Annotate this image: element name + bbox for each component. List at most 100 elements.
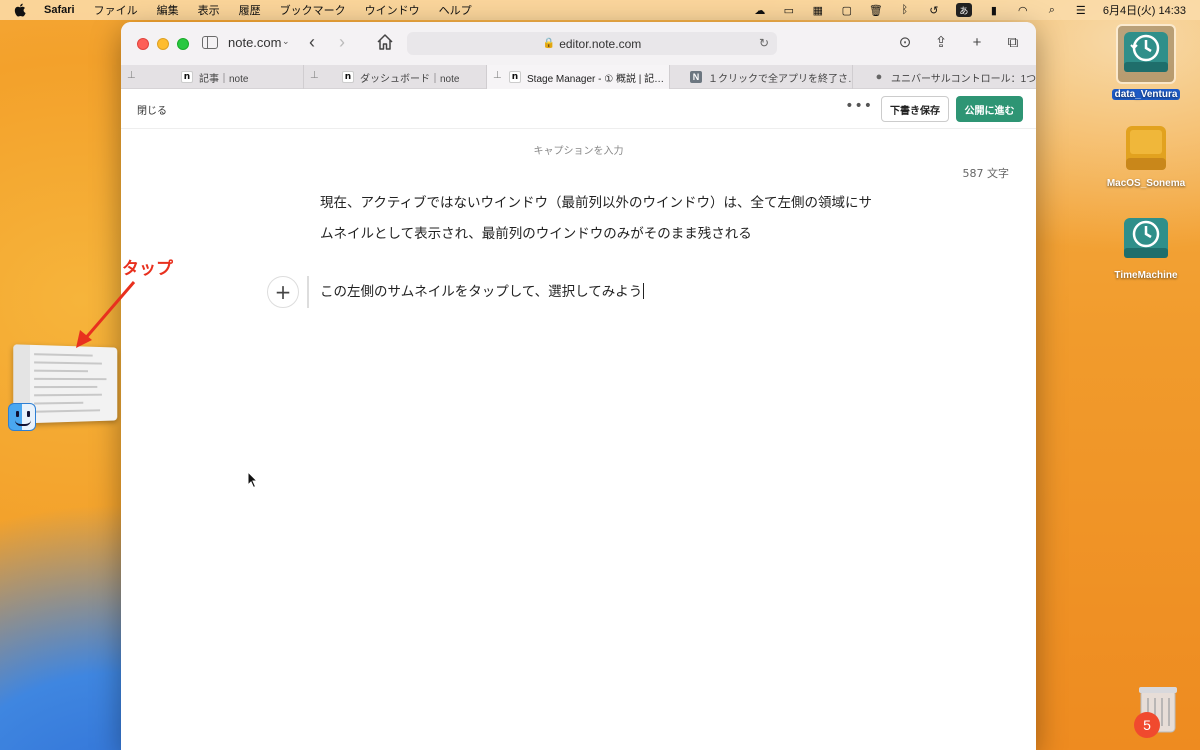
- tab-group-name[interactable]: note.com: [228, 35, 281, 50]
- external-drive-icon: [1118, 120, 1174, 176]
- menu-bookmarks[interactable]: ブックマーク: [280, 2, 346, 18]
- toolbar: note.com ⌄ ‹ › 🔒 editor.note.com ↻ ⊙ ⇪ +…: [121, 22, 1036, 65]
- safari-window: note.com ⌄ ‹ › 🔒 editor.note.com ↻ ⊙ ⇪ +…: [121, 22, 1036, 750]
- body-paragraph[interactable]: 現在、アクティブではないウインドウ（最前列以外のウインドウ）は、全て左側の領域に…: [320, 188, 880, 250]
- tab-label: Stage Manager - ① 概説 | 記…: [527, 73, 665, 85]
- trash-menu-icon[interactable]: 🗑: [869, 4, 883, 17]
- forward-button[interactable]: ›: [339, 32, 345, 53]
- desktop-icon-label: MacOS_Sonema: [1106, 178, 1186, 189]
- menu-window[interactable]: ウインドウ: [365, 2, 420, 18]
- trash-badge: 5: [1134, 712, 1160, 738]
- menu-view[interactable]: 表示: [198, 2, 220, 18]
- character-count: 587 文字: [962, 167, 1010, 180]
- finder-eye: [16, 411, 19, 417]
- zoom-window-button[interactable]: [177, 37, 189, 50]
- tab-universal-control[interactable]: ● ユニバーサルコントロール：1つ…: [853, 65, 1036, 89]
- thumbnail-line: [34, 377, 107, 381]
- desktop-icon-label: data_Ventura: [1111, 89, 1181, 100]
- apple-menu-icon[interactable]: [14, 3, 28, 17]
- finder-icon[interactable]: [8, 403, 36, 431]
- note-favicon-icon: n: [342, 71, 354, 83]
- sidebar-toggle-icon[interactable]: [202, 36, 218, 49]
- input-method-indicator[interactable]: あ: [955, 3, 972, 17]
- finder-mouth: [15, 420, 31, 426]
- menu-history[interactable]: 履歴: [239, 2, 261, 18]
- text-caret: [643, 283, 645, 299]
- url-text: editor.note.com: [559, 36, 642, 51]
- tab-stage-manager[interactable]: ⊥ n Stage Manager - ① 概説 | 記…: [487, 65, 670, 89]
- annotation-arrow-icon: [76, 281, 136, 348]
- annotation-label: タップ: [122, 259, 173, 279]
- video-icon[interactable]: ▢: [840, 4, 854, 17]
- lock-icon: 🔒: [542, 38, 556, 49]
- menu-bar: Safari ファイル 編集 表示 履歴 ブックマーク ウインドウ ヘルプ ☁ …: [0, 0, 1200, 20]
- thumbnail-line: [34, 353, 93, 357]
- paragraph-text: この左側のサムネイルをタップして、選択してみよう: [320, 284, 643, 300]
- note-favicon-icon: n: [509, 71, 521, 83]
- insert-block-button[interactable]: +: [267, 276, 299, 308]
- tab-label: ダッシュボード｜note: [360, 73, 460, 85]
- tab-note-articles[interactable]: ⊥ n 記事｜note: [121, 65, 304, 89]
- desktop-icon-label: TimeMachine: [1114, 270, 1178, 281]
- stage-manager-icon[interactable]: ▦: [811, 4, 825, 17]
- back-button[interactable]: ‹: [309, 32, 315, 53]
- block-divider: [307, 276, 309, 308]
- desktop-icon-macos-sonema[interactable]: MacOS_Sonema: [1096, 120, 1196, 189]
- minimize-window-button[interactable]: [157, 37, 169, 50]
- cloud-icon[interactable]: ☁: [753, 4, 767, 17]
- mouse-pointer-icon: [247, 471, 259, 489]
- battery-icon[interactable]: ▮: [987, 4, 1001, 17]
- thumbnail-line: [34, 401, 84, 405]
- clock[interactable]: 6月4日(火) 14:33: [1103, 2, 1186, 18]
- bluetooth-icon[interactable]: ᛒ: [898, 4, 912, 16]
- control-center-icon[interactable]: ☰: [1074, 4, 1088, 17]
- tab-bar: ⊥ n 記事｜note ⊥ n ダッシュボード｜note ⊥ n Stage M…: [121, 65, 1036, 89]
- menu-extras: ☁ ▭ ▦ ▢ 🗑 ᛒ ↺ あ ▮ ◠ ⌕ ☰ 6月4日(火) 14:33: [753, 0, 1186, 20]
- thumbnail-line: [34, 393, 102, 397]
- thumbnail-line: [34, 369, 89, 373]
- thumbnail-line: [34, 361, 102, 365]
- tab-overview-icon[interactable]: ⧉: [1004, 33, 1022, 51]
- window-controls: [137, 37, 189, 50]
- time-machine-icon[interactable]: ↺: [927, 4, 941, 17]
- tab-label: 記事｜note: [199, 73, 249, 85]
- airplay-icon[interactable]: ▭: [782, 4, 796, 17]
- download-icon[interactable]: ⊙: [896, 33, 914, 51]
- menu-help[interactable]: ヘルプ: [439, 2, 472, 18]
- body-paragraph-active[interactable]: この左側のサムネイルをタップして、選択してみよう: [320, 280, 645, 300]
- finder-eye: [27, 411, 30, 417]
- menu-file[interactable]: ファイル: [94, 2, 138, 18]
- timemachine-drive-icon: [1118, 212, 1174, 268]
- tab-label: ユニバーサルコントロール：1つ…: [891, 73, 1036, 85]
- menu-edit[interactable]: 編集: [157, 2, 179, 18]
- pin-icon: ⊥: [127, 70, 136, 81]
- timemachine-drive-icon: [1116, 24, 1176, 84]
- caption-input[interactable]: キャプションを入力: [121, 142, 1036, 157]
- more-options-icon[interactable]: •••: [845, 98, 873, 114]
- pin-icon: ⊥: [493, 70, 502, 81]
- pin-icon: ⊥: [310, 70, 319, 81]
- desktop-icon-timemachine[interactable]: TimeMachine: [1096, 212, 1196, 281]
- menu-app-name[interactable]: Safari: [44, 4, 75, 16]
- toolbar-actions: ⊙ ⇪ + ⧉: [896, 33, 1022, 52]
- new-tab-icon[interactable]: +: [968, 33, 986, 51]
- publish-button[interactable]: 公開に進む: [956, 96, 1023, 122]
- share-icon[interactable]: ⇪: [932, 33, 950, 51]
- thumbnail-line: [34, 385, 98, 389]
- address-bar[interactable]: 🔒 editor.note.com ↻: [407, 32, 777, 55]
- tab-note-dashboard[interactable]: ⊥ n ダッシュボード｜note: [304, 65, 487, 89]
- tab-quit-all-apps[interactable]: N １クリックで全アプリを終了さ…: [670, 65, 853, 89]
- search-icon[interactable]: ⌕: [1045, 4, 1059, 16]
- close-window-button[interactable]: [137, 37, 149, 50]
- desktop-icon-data-ventura[interactable]: data_Ventura: [1096, 24, 1196, 101]
- thumbnail-line: [34, 409, 101, 413]
- wifi-icon[interactable]: ◠: [1016, 4, 1030, 17]
- save-draft-button[interactable]: 下書き保存: [881, 96, 949, 122]
- reload-icon[interactable]: ↻: [759, 36, 769, 50]
- close-editor-button[interactable]: 閉じる: [137, 102, 167, 117]
- apple-icon: ●: [875, 71, 883, 83]
- tab-label: １クリックで全アプリを終了さ…: [708, 73, 853, 85]
- chevron-down-icon[interactable]: ⌄: [282, 36, 290, 47]
- editor-header: 閉じる ••• 下書き保存 公開に進む: [121, 89, 1036, 129]
- home-icon[interactable]: [375, 32, 395, 52]
